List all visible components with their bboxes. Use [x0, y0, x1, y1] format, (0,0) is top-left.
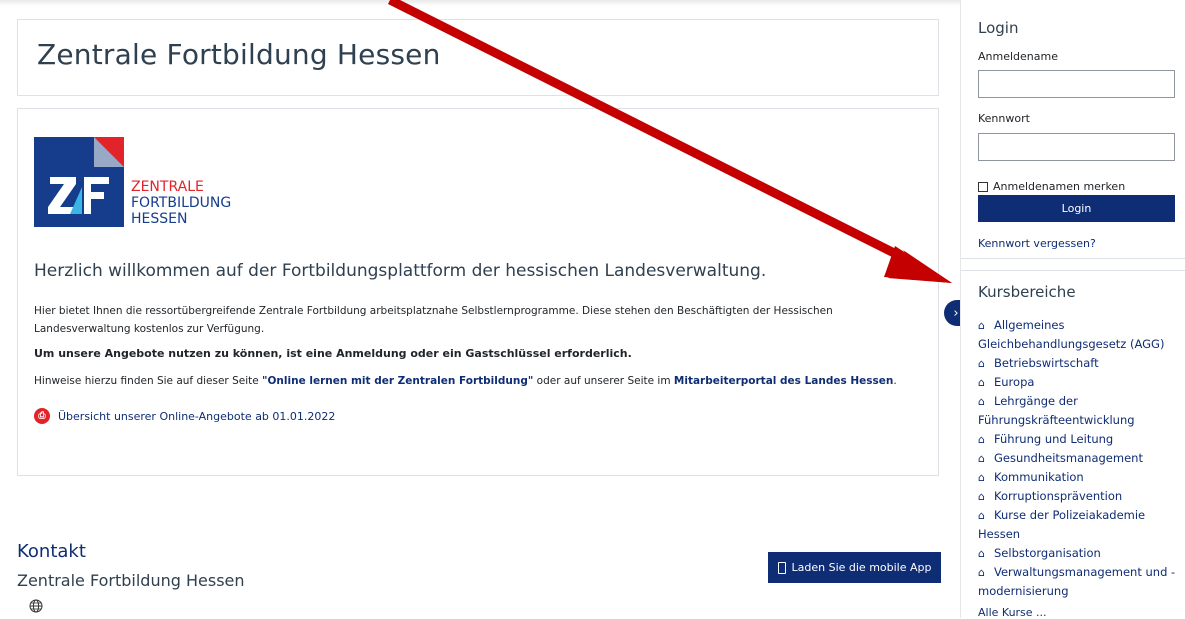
chevron-right-icon: › — [953, 305, 959, 321]
graduation-cap-icon: ⌂ — [978, 357, 985, 370]
phone-icon — [777, 561, 786, 574]
course-category-label: Führung und Leitung — [994, 432, 1114, 446]
course-category-label: Lehrgänge der Führungskräfteentwicklung — [978, 394, 1135, 427]
course-category-label: Gesundheitsmanagement — [994, 451, 1143, 465]
course-category-item[interactable]: ⌂ Europa — [978, 373, 1178, 392]
online-lernen-link[interactable]: "Online lernen mit der Zentralen Fortbil… — [262, 375, 533, 387]
graduation-cap-icon: ⌂ — [978, 471, 985, 484]
login-notice: Um unsere Angebote nutzen zu können, ist… — [34, 347, 632, 360]
course-category-label: Kommunikation — [994, 470, 1084, 484]
course-category-label: Selbstorganisation — [994, 546, 1101, 560]
course-category-item[interactable]: ⌂ Kurse der Polizeiakademie Hessen — [978, 506, 1178, 544]
course-category-label: Betriebswirtschaft — [994, 356, 1099, 370]
graduation-cap-icon: ⌂ — [978, 395, 985, 408]
kontakt-heading: Kontakt — [17, 541, 86, 562]
graduation-cap-icon: ⌂ — [978, 319, 985, 332]
mitarbeiterportal-link[interactable]: Mitarbeiterportal des Landes Hessen — [674, 375, 894, 387]
remember-label: Anmeldenamen merken — [993, 180, 1126, 193]
login-block: Login Anmeldename Kennwort Anmeldenamen … — [961, 6, 1185, 259]
username-input[interactable] — [978, 70, 1175, 98]
course-category-item[interactable]: ⌂ Betriebswirtschaft — [978, 354, 1178, 373]
course-category-label: Kurse der Polizeiakademie Hessen — [978, 508, 1146, 541]
logo-line-fortbildung: FORTBILDUNG — [131, 195, 232, 211]
username-label: Anmeldename — [978, 50, 1058, 63]
graduation-cap-icon: ⌂ — [978, 376, 985, 389]
course-categories-block: Kursbereiche ⌂ Allgemeines Gleichbehandlu… — [961, 270, 1185, 619]
top-navbar-edge — [0, 0, 960, 6]
graduation-cap-icon: ⌂ — [978, 509, 985, 522]
course-category-item[interactable]: ⌂ Allgemeines Gleichbehandlungsgesetz (AG… — [978, 316, 1178, 354]
graduation-cap-icon: ⌂ — [978, 452, 985, 465]
course-category-item[interactable]: ⌂ Selbstorganisation — [978, 544, 1178, 563]
graduation-cap-icon: ⌂ — [978, 490, 985, 503]
intro-text: Hier bietet Ihnen die ressortübergreifen… — [34, 305, 833, 335]
kontakt-organization: Zentrale Fortbildung Hessen — [17, 571, 245, 590]
logo-line-hessen: HESSEN — [131, 211, 188, 227]
pdf-link-label: Übersicht unserer Online-Angebote ab 01.… — [58, 409, 336, 423]
graduation-cap-icon: ⌂ — [978, 566, 985, 579]
login-button[interactable]: Login — [978, 195, 1175, 222]
hint-text: Hinweise hierzu finden Sie auf dieser Se… — [34, 375, 897, 387]
password-input[interactable] — [978, 133, 1175, 161]
mobile-app-button[interactable]: Laden Sie die mobile App — [768, 552, 941, 583]
zf-logo: ZENTRALE FORTBILDUNG HESSEN — [34, 137, 254, 231]
right-sidebar: Login Anmeldename Kennwort Anmeldenamen … — [960, 0, 1185, 619]
remember-checkbox[interactable] — [978, 181, 988, 192]
logo-line-zentrale: ZENTRALE — [131, 179, 204, 195]
course-category-label: Allgemeines Gleichbehandlungsgesetz (AGG… — [978, 318, 1165, 351]
course-category-label: Korruptionsprävention — [994, 489, 1123, 503]
course-category-item[interactable]: ⌂ Verwaltungsmanagement und -modernisieru… — [978, 563, 1178, 601]
hint-suffix: . — [893, 375, 897, 387]
zf-logo-mark — [34, 137, 124, 227]
hint-middle: oder auf unserer Seite im — [533, 375, 674, 387]
globe-icon[interactable] — [29, 599, 43, 613]
login-title: Login — [978, 19, 1019, 37]
remember-username[interactable]: Anmeldenamen merken — [978, 180, 1125, 193]
course-category-item[interactable]: ⌂ Gesundheitsmanagement — [978, 449, 1178, 468]
page-title: Zentrale Fortbildung Hessen — [37, 38, 441, 71]
all-courses-link[interactable]: Alle Kurse ... — [978, 606, 1047, 619]
pdf-icon: ⎙ — [34, 408, 50, 424]
course-categories-title: Kursbereiche — [978, 283, 1076, 301]
mobile-app-label: Laden Sie die mobile App — [791, 561, 932, 574]
forgot-password-link[interactable]: Kennwort vergessen? — [978, 237, 1096, 250]
logo-wordmark: ZENTRALE FORTBILDUNG HESSEN — [131, 179, 231, 227]
page-header: Zentrale Fortbildung Hessen — [17, 19, 939, 96]
course-category-item[interactable]: ⌂ Lehrgänge der Führungskräfteentwicklung — [978, 392, 1178, 430]
course-category-label: Verwaltungsmanagement und -modernisierun… — [978, 565, 1176, 598]
course-category-list: ⌂ Allgemeines Gleichbehandlungsgesetz (AG… — [978, 316, 1178, 601]
welcome-section: ZENTRALE FORTBILDUNG HESSEN Herzlich wil… — [17, 108, 939, 476]
course-category-item[interactable]: ⌂ Korruptionsprävention — [978, 487, 1178, 506]
hint-prefix: Hinweise hierzu finden Sie auf dieser Se… — [34, 375, 263, 387]
password-label: Kennwort — [978, 112, 1030, 125]
graduation-cap-icon: ⌂ — [978, 547, 985, 560]
course-category-label: Europa — [994, 375, 1035, 389]
course-category-item[interactable]: ⌂ Führung und Leitung — [978, 430, 1178, 449]
graduation-cap-icon: ⌂ — [978, 433, 985, 446]
course-category-item[interactable]: ⌂ Kommunikation — [978, 468, 1178, 487]
online-offers-pdf-link[interactable]: ⎙ Übersicht unserer Online-Angebote ab 0… — [34, 408, 335, 424]
welcome-heading: Herzlich willkommen auf der Fortbildungs… — [34, 261, 767, 281]
